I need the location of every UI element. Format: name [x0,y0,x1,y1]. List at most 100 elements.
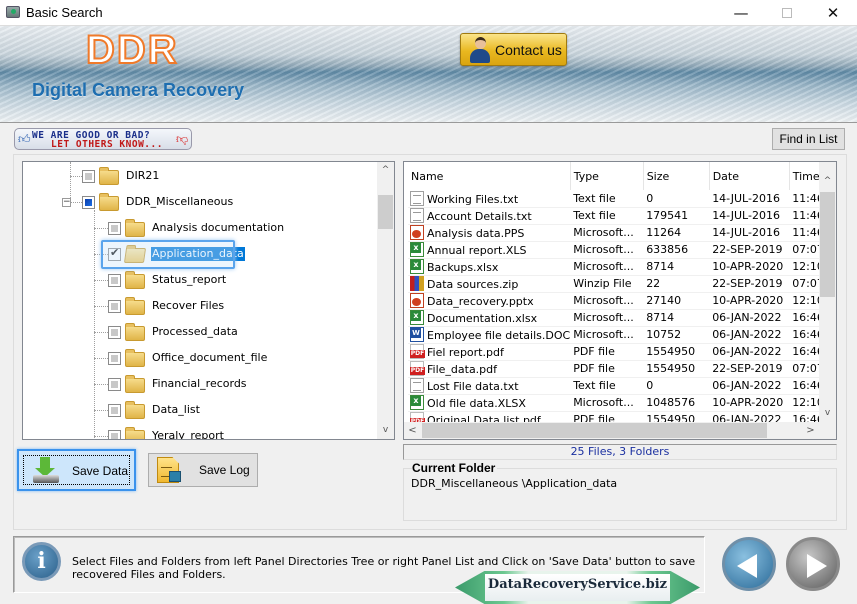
file-size: 27140 [643,292,710,310]
list-hscroll-thumb[interactable] [422,423,767,438]
file-size: 1554950 [643,360,710,378]
save-data-button[interactable]: Save Data [17,449,136,491]
back-button[interactable] [722,537,776,591]
tree-scroll-up-button[interactable]: ^ [377,162,394,179]
tree-checkbox[interactable] [108,378,121,391]
tree-checkbox[interactable] [108,404,121,417]
column-header-name[interactable]: Name [408,162,571,190]
list-scroll-left-button[interactable]: < [404,422,421,439]
feedback-button[interactable]: 👍︎ WE ARE GOOD OR BAD? LET OTHERS KNOW..… [14,128,192,150]
file-row[interactable]: Data sources.zip Winzip File 22 22-SEP-2019… [408,275,830,293]
list-vscroll-thumb[interactable] [820,192,835,297]
watermark-banner: DataRecoveryService.biz [455,571,700,604]
file-row[interactable]: Fiel report.pdf PDF file155495006-JAN-202… [408,343,830,361]
file-row[interactable]: Backups.xlsxMicrosoft...871410-APR-20201… [408,258,830,276]
list-scroll-up-button[interactable]: ^ [819,173,836,190]
file-name-cell: Documentation.xlsx [408,309,571,327]
folder-icon [125,271,145,289]
file-name: Documentation.xlsx [427,312,538,325]
pdf-file-icon [410,361,425,376]
contact-us-button[interactable]: Contact us [460,33,567,66]
file-date: 10-APR-2020 [709,292,790,310]
info-icon: i [22,542,61,581]
tree-connector [94,332,108,333]
list-scroll-down-button[interactable]: v [819,405,836,422]
minimize-button[interactable]: — [718,0,764,26]
file-name: Working Files.txt [427,192,519,206]
close-button[interactable]: ✕ [810,0,856,26]
file-size: 0 [643,190,710,208]
file-list[interactable]: Name Type Size Date Time Working Files.txt Te… [403,161,837,440]
column-header-type[interactable]: Type [570,162,644,190]
file-row[interactable]: Old file data.XLSX Microsoft...104857610-… [408,394,830,412]
directory-tree[interactable]: ^ v DIR21 − DDR_Miscellaneous Analysis docu… [22,161,395,440]
file-type: Microsoft... [570,309,644,327]
txt-file-icon [410,378,424,393]
tree-checkbox[interactable] [82,196,95,209]
file-name-cell: Annual report.XLS [408,241,571,259]
tree-node-label: Recover Files [152,299,225,312]
file-size: 0 [643,377,710,395]
thumbs-up-icon: 👍︎ [18,132,31,146]
list-horizontal-scrollbar[interactable]: < > [404,422,836,439]
file-row[interactable]: Analysis data.PPS Microsoft... 11264 14-JUL… [408,224,830,242]
feedback-line2: LET OTHERS KNOW... [51,139,163,150]
file-table: Name Type Size Date Time Working Files.txt Te… [408,162,830,429]
file-size: 10752 [643,326,710,344]
file-name-cell: Analysis data.PPS [408,224,571,242]
file-size: 11264 [643,224,710,242]
ppt-file-icon [410,225,424,240]
xls-file-icon [410,242,424,257]
xls-file-icon [410,259,424,274]
title-bar: Basic Search — ✕ [0,0,857,26]
file-name: Annual report.XLS [427,244,527,257]
folder-icon [99,167,119,185]
file-row[interactable]: Employee file details.DOCMicrosoft...107… [408,326,830,344]
maximize-button[interactable] [764,0,810,26]
file-date: 06-JAN-2022 [709,326,790,344]
tree-connector [94,436,108,437]
file-row[interactable]: File_data.pdfPDF file155495022-SEP-20190… [408,360,830,378]
tree-scroll-thumb[interactable] [378,195,393,229]
save-data-label: Save Data [72,464,129,478]
file-row[interactable]: Documentation.xlsx Microsoft...871406-JAN… [408,309,830,327]
file-date: 06-JAN-2022 [709,309,790,327]
list-scroll-right-button[interactable]: > [802,422,819,439]
file-row[interactable]: Working Files.txt Text file 0 14-JUL-2016 11… [408,190,830,208]
tree-checkbox[interactable] [108,300,121,313]
file-date: 06-JAN-2022 [709,377,790,395]
tree-checkbox[interactable] [82,170,95,183]
tree-connector [94,280,108,281]
save-log-button[interactable]: Save Log [148,453,258,487]
file-name: Employee file details.DOC [427,329,571,342]
file-row[interactable]: Data_recovery.pptx Microsoft... 27140 10-AP… [408,292,830,310]
save-log-label: Save Log [199,463,250,477]
file-row[interactable]: Annual report.XLS Microsoft...63385622-SE… [408,241,830,259]
tree-node-label: DIR21 [126,169,160,182]
file-row[interactable]: Account Details.txt Text file 179541 14-JUL… [408,207,830,225]
tree-checkbox[interactable] [108,352,121,365]
tree-node-label: DDR_Miscellaneous [126,195,234,208]
tree-scroll-down-button[interactable]: v [377,422,394,439]
collapse-toggle[interactable]: − [62,198,71,207]
tree-checkbox[interactable] [108,430,121,439]
tree-vertical-scrollbar[interactable]: ^ v [377,162,394,439]
tree-checkbox[interactable] [108,222,121,235]
file-name: Old file data.XLSX [427,397,526,410]
find-in-list-button[interactable]: Find in List [772,128,845,150]
tree-node-label: Analysis documentation [152,221,285,234]
file-size: 22 [643,275,710,293]
file-date: 22-SEP-2019 [709,241,790,259]
column-header-date[interactable]: Date [709,162,790,190]
next-button[interactable] [786,537,840,591]
tree-connector [94,210,95,439]
column-header-size[interactable]: Size [643,162,710,190]
file-row[interactable]: Lost File data.txt Text file 0 06-JAN-2022 1… [408,377,830,395]
tree-checkbox[interactable] [108,326,121,339]
tree-checkbox[interactable] [108,274,121,287]
list-vertical-scrollbar[interactable]: ^ v [819,162,836,422]
file-name: Account Details.txt [427,210,532,223]
file-type: Microsoft... [570,326,644,344]
file-size: 8714 [643,309,710,327]
contact-person-icon [469,37,491,63]
